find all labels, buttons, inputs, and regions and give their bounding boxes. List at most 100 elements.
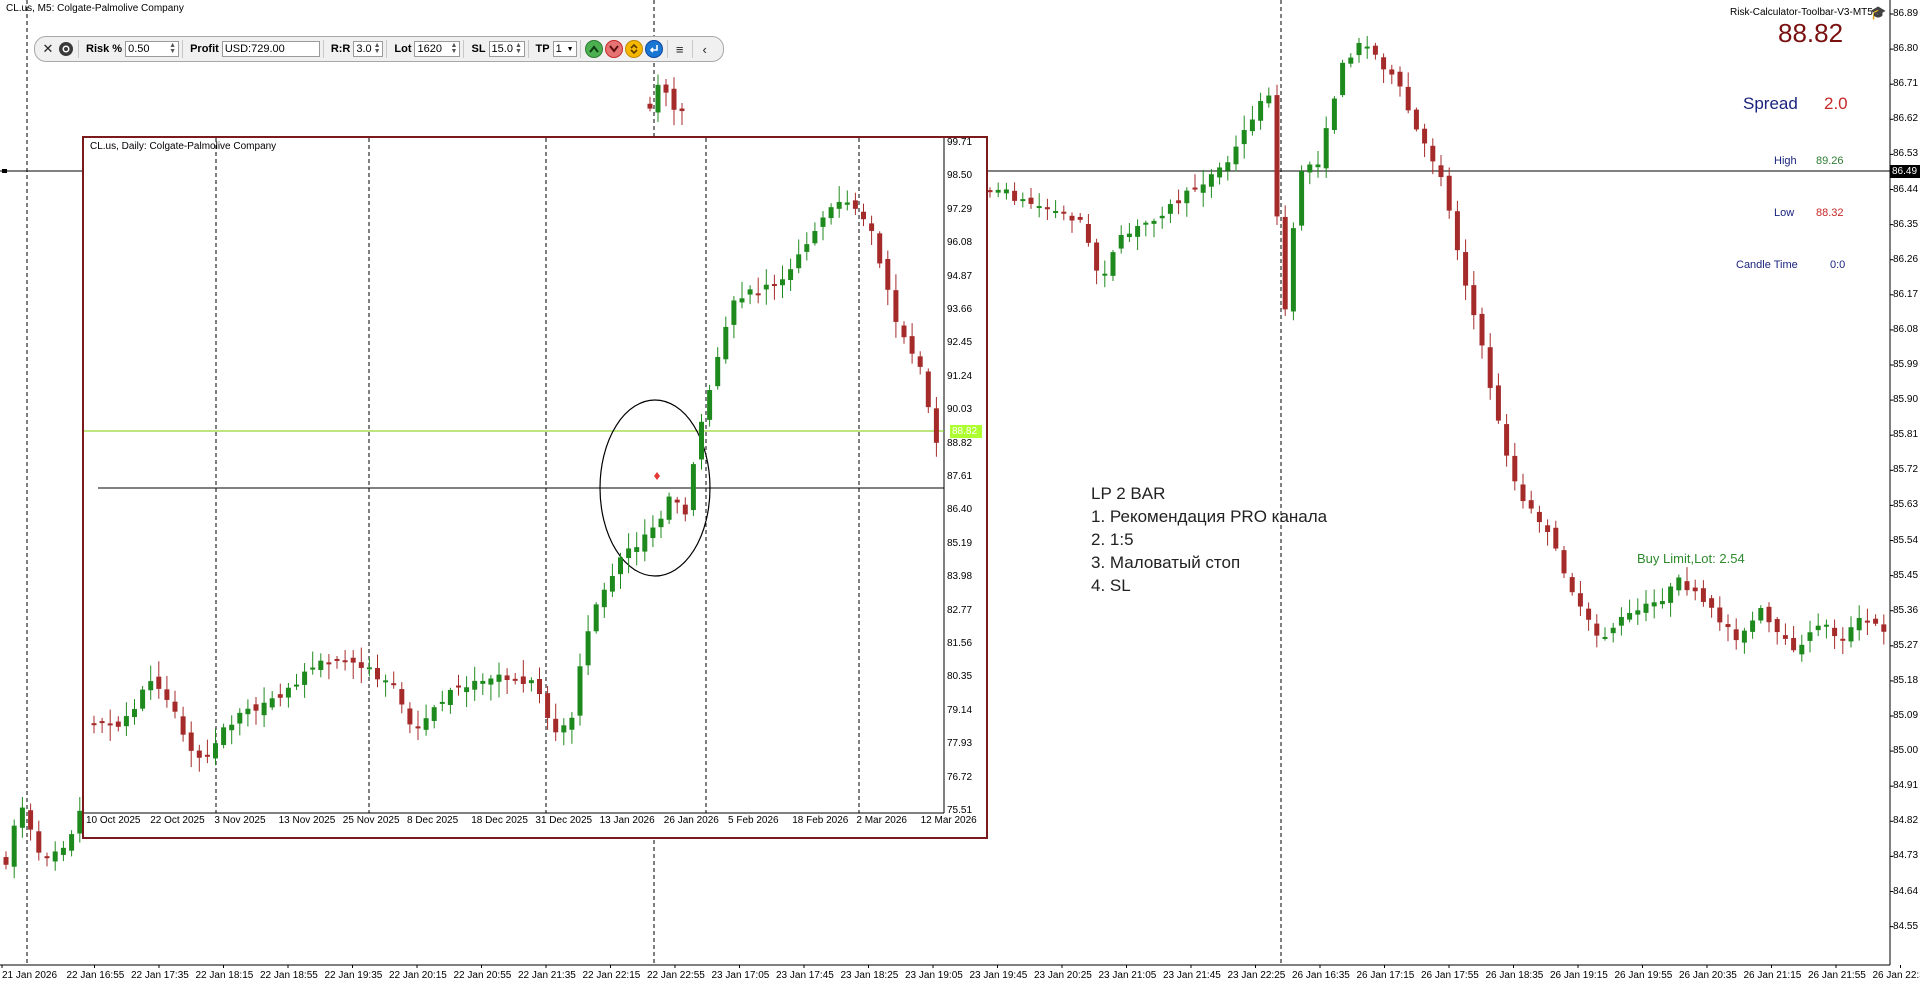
daily-candle-body [820, 217, 826, 227]
daily-candle-body [318, 660, 324, 671]
daily-price-tick-label: 98.50 [947, 170, 973, 182]
execute-button[interactable] [644, 40, 663, 58]
buy-button[interactable] [584, 40, 603, 58]
spinner-icon[interactable]: ▲ ▼ [515, 42, 522, 55]
daily-time-tick-label: 18 Dec 2025 [471, 815, 528, 826]
price-tick-label: 86.44 [1893, 183, 1919, 195]
time-tick-label: 23 Jan 19:45 [969, 970, 1028, 981]
main-candle-body [36, 831, 42, 853]
daily-chart-window[interactable]: CL.us, Daily: Colgate-Palmolive Company … [82, 136, 988, 839]
main-candle-body [1299, 171, 1305, 226]
main-candle-body [1200, 184, 1206, 193]
time-tick-label: 22 Jan 21:35 [518, 970, 576, 981]
main-candle-body [1249, 119, 1255, 132]
daily-candle-body [196, 750, 202, 758]
rr-value: 3.0 [356, 43, 372, 55]
main-candle-body [1684, 581, 1690, 591]
daily-candle-body [739, 298, 745, 303]
main-candle-body [1610, 627, 1616, 634]
daily-candle-body [844, 202, 850, 205]
daily-candle-body [285, 687, 291, 698]
daily-time-tick-label: 3 Nov 2025 [214, 815, 266, 826]
lot-input[interactable]: 1620 ▲ ▼ [414, 41, 461, 57]
daily-candle-body [545, 693, 551, 718]
time-tick-label: 23 Jan 18:25 [840, 970, 899, 981]
main-candle-body [1381, 57, 1387, 70]
daily-candle-body [447, 689, 453, 705]
daily-candle-body [156, 676, 162, 689]
main-candle-body [1487, 347, 1493, 388]
main-candle-body [1003, 189, 1009, 194]
time-tick-label: 22 Jan 17:35 [131, 970, 189, 981]
daily-candle-body [423, 718, 429, 730]
settings-icon[interactable] [57, 40, 75, 58]
daily-candle-body [123, 716, 129, 727]
profit-label: Profit [190, 43, 219, 55]
time-tick-label: 26 Jan 18:35 [1485, 970, 1544, 981]
spinner-icon[interactable]: ▲ ▼ [374, 42, 381, 55]
main-candle-body [679, 108, 685, 112]
main-candle-body [1176, 200, 1182, 204]
chevron-up-icon [588, 45, 599, 53]
sl-value: 15.0 [491, 43, 513, 55]
main-candle-body [1356, 42, 1362, 56]
main-candle-body [1094, 242, 1100, 271]
note-line-5: 4. SL [1091, 576, 1131, 595]
daily-candle-body [553, 718, 559, 733]
spinner-icon[interactable]: ▲ ▼ [451, 42, 458, 55]
time-tick-label: 22 Jan 16:55 [66, 970, 125, 981]
daily-candle-body [804, 244, 810, 252]
daily-price-tick-label: 81.56 [947, 638, 973, 649]
daily-candle-body [699, 421, 704, 460]
main-candle-body [1389, 69, 1395, 75]
main-candle-body [1504, 424, 1510, 456]
main-candle-body [1126, 233, 1132, 238]
price-tick-label: 86.62 [1893, 113, 1919, 125]
daily-candle-body [261, 702, 267, 716]
main-candle-body [1143, 222, 1149, 225]
daily-candle-body [399, 689, 405, 705]
daily-candle-body [245, 708, 251, 715]
main-candle-body [1692, 587, 1698, 592]
spinner-icon[interactable]: ▲ ▼ [169, 42, 176, 55]
tp-select[interactable]: 1 ▼ [552, 41, 577, 57]
daily-time-tick-label: 25 Nov 2025 [342, 815, 400, 826]
daily-candle-body [342, 660, 348, 663]
main-candle-body [1192, 187, 1198, 190]
daily-candle-body [755, 293, 761, 296]
close-icon[interactable]: ✕ [39, 40, 57, 58]
main-candle-body [1782, 635, 1788, 639]
main-candle-body [44, 856, 50, 859]
daily-candle-body [512, 678, 518, 681]
collapse-chevron-left-icon[interactable]: ‹ [696, 40, 714, 58]
main-candle-body [1364, 46, 1370, 49]
daily-price-tick-label: 85.19 [947, 537, 973, 549]
main-candle-body [1110, 252, 1116, 276]
main-candle-body [1266, 95, 1272, 104]
rr-input[interactable]: 3.0 ▲ ▼ [353, 41, 384, 57]
risk-input[interactable]: 0.50 ▲ ▼ [125, 41, 180, 57]
daily-price-tick-label: 87.61 [947, 471, 973, 482]
daily-price-tick-label: 91.24 [947, 370, 973, 382]
buy-limit-order-label[interactable]: Buy Limit,Lot: 2.54 [1637, 551, 1745, 566]
menu-icon[interactable]: ≡ [671, 40, 689, 58]
daily-candle-body [213, 743, 218, 759]
sl-input[interactable]: 15.0 ▲ ▼ [488, 41, 525, 57]
daily-price-tick-label: 86.40 [947, 504, 973, 516]
sell-button[interactable] [604, 40, 623, 58]
high-value: 89.26 [1816, 155, 1844, 167]
pending-order-button[interactable] [624, 40, 643, 58]
main-candle-body [1258, 101, 1264, 121]
main-candle-body [1077, 216, 1083, 220]
daily-candle-body [609, 576, 615, 592]
daily-time-tick-label: 5 Feb 2026 [728, 815, 779, 826]
main-candle-body [1725, 624, 1731, 628]
main-chart-title: CL.us, M5: Colgate-Palmolive Company [6, 3, 184, 14]
current-price-badge: 86.49 [1890, 165, 1920, 178]
main-candle-body [1635, 610, 1641, 615]
main-candle-body [1241, 130, 1247, 145]
time-tick-label: 23 Jan 17:45 [776, 970, 834, 981]
daily-candle-body [593, 604, 599, 632]
main-candle-body [1430, 145, 1436, 162]
main-candle-body [1840, 638, 1846, 641]
